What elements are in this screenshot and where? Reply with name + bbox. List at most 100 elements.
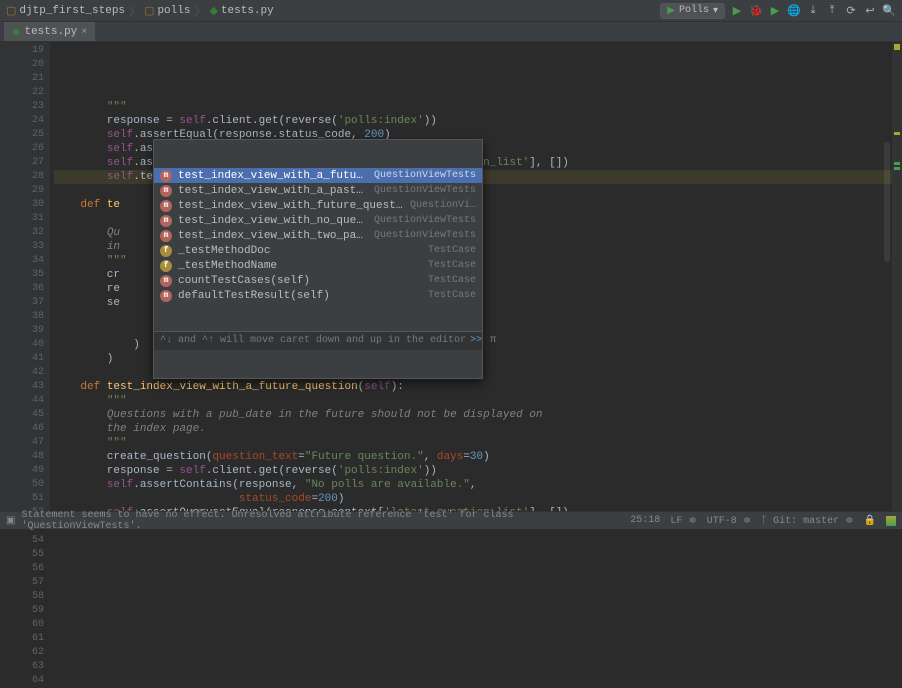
debug-button[interactable]: 🐞	[749, 4, 763, 18]
tab-tests-py[interactable]: ◆ tests.py ×	[4, 22, 95, 41]
line-number[interactable]: 44	[0, 394, 44, 408]
line-number[interactable]: 47	[0, 436, 44, 450]
line-number[interactable]: 20	[0, 58, 44, 72]
line-number[interactable]: 27	[0, 156, 44, 170]
line-number[interactable]: 25	[0, 128, 44, 142]
autocomplete-item-label: test_index_view_with_two_past_questions(…	[178, 229, 368, 243]
line-number[interactable]: 58	[0, 590, 44, 604]
line-number[interactable]: 37	[0, 296, 44, 310]
line-number[interactable]: 60	[0, 618, 44, 632]
autocomplete-item[interactable]: mtest_index_view_with_two_past_questions…	[154, 228, 482, 243]
line-number[interactable]: 62	[0, 646, 44, 660]
line-number[interactable]: 31	[0, 212, 44, 226]
code-line[interactable]: """	[54, 100, 892, 114]
change-marker[interactable]	[894, 162, 900, 165]
git-branch[interactable]: ᚴ Git: master ≑	[761, 515, 853, 527]
inspector-icon[interactable]	[886, 516, 896, 526]
change-marker[interactable]	[894, 167, 900, 170]
status-tool-window-icon[interactable]: ▣	[6, 515, 15, 527]
line-number[interactable]: 54	[0, 534, 44, 548]
line-number-gutter[interactable]: 1920212223242526272829303132333435363738…	[0, 42, 50, 511]
autocomplete-item[interactable]: mtest_index_view_with_future_question_an…	[154, 198, 482, 213]
code-line[interactable]: """	[54, 436, 892, 450]
vcs-history-button[interactable]: ⟳	[844, 4, 858, 18]
close-icon[interactable]: ×	[81, 27, 87, 38]
code-line[interactable]: """	[54, 394, 892, 408]
line-number[interactable]: 22	[0, 86, 44, 100]
line-number[interactable]: 30	[0, 198, 44, 212]
line-number[interactable]: 42	[0, 366, 44, 380]
code-line[interactable]: def test_index_view_with_a_future_questi…	[54, 380, 892, 394]
autocomplete-hint-more[interactable]: >>	[470, 334, 482, 348]
autocomplete-item[interactable]: f_testMethodDocTestCase	[154, 243, 482, 258]
search-everywhere-button[interactable]: 🔍	[882, 4, 896, 18]
line-number[interactable]: 61	[0, 632, 44, 646]
autocomplete-popup[interactable]: mtest_index_view_with_a_future_question(…	[153, 139, 483, 379]
line-number[interactable]: 45	[0, 408, 44, 422]
autocomplete-item-origin: TestCase	[428, 244, 476, 258]
line-number[interactable]: 57	[0, 576, 44, 590]
line-number[interactable]: 48	[0, 450, 44, 464]
line-number[interactable]: 38	[0, 310, 44, 324]
line-number[interactable]: 39	[0, 324, 44, 338]
breadcrumb-folder[interactable]: ▢ polls	[144, 4, 190, 18]
code-line[interactable]: response = self.client.get(reverse('poll…	[54, 114, 892, 128]
line-number[interactable]: 64	[0, 674, 44, 688]
inspection-status-icon[interactable]	[894, 44, 900, 50]
line-number[interactable]: 56	[0, 562, 44, 576]
line-separator[interactable]: LF ≑	[670, 515, 696, 527]
line-number[interactable]: 34	[0, 254, 44, 268]
breadcrumb-project[interactable]: ▢ djtp_first_steps	[6, 4, 125, 18]
line-number[interactable]: 59	[0, 604, 44, 618]
line-number[interactable]: 55	[0, 548, 44, 562]
autocomplete-item[interactable]: mtest_index_view_with_a_future_question(…	[154, 168, 482, 183]
error-stripe[interactable]	[892, 42, 902, 511]
method-icon: m	[160, 290, 172, 302]
vcs-update-button[interactable]: ⤓	[806, 4, 820, 18]
vertical-scrollbar[interactable]	[884, 87, 890, 527]
warning-marker[interactable]	[894, 132, 900, 135]
line-number[interactable]: 46	[0, 422, 44, 436]
line-number[interactable]: 21	[0, 72, 44, 86]
line-number[interactable]: 26	[0, 142, 44, 156]
revert-button[interactable]: ↩	[863, 4, 877, 18]
line-number[interactable]: 28	[0, 170, 44, 184]
line-number[interactable]: 23	[0, 100, 44, 114]
autocomplete-item[interactable]: mcountTestCases(self)TestCase	[154, 273, 482, 288]
breadcrumb-file[interactable]: ◆ tests.py	[209, 4, 273, 18]
line-number[interactable]: 40	[0, 338, 44, 352]
line-number[interactable]: 35	[0, 268, 44, 282]
line-number[interactable]: 50	[0, 478, 44, 492]
line-number[interactable]: 24	[0, 114, 44, 128]
line-number[interactable]: 32	[0, 226, 44, 240]
remote-button[interactable]: 🌐	[787, 4, 801, 18]
line-number[interactable]: 63	[0, 660, 44, 674]
scroll-thumb[interactable]	[884, 142, 890, 262]
line-number[interactable]: 49	[0, 464, 44, 478]
autocomplete-item[interactable]: f_testMethodNameTestCase	[154, 258, 482, 273]
file-encoding[interactable]: UTF-8 ≑	[707, 515, 751, 527]
line-number[interactable]: 29	[0, 184, 44, 198]
code-line[interactable]: Questions with a pub_date in the future …	[54, 408, 892, 422]
line-number[interactable]: 43	[0, 380, 44, 394]
line-number[interactable]: 51	[0, 492, 44, 506]
lock-icon[interactable]: 🔒	[864, 515, 876, 527]
run-config-selector[interactable]: ▶ Polls ▾	[660, 3, 725, 19]
code-line[interactable]: response = self.client.get(reverse('poll…	[54, 464, 892, 478]
autocomplete-item[interactable]: mdefaultTestResult(self)TestCase	[154, 288, 482, 303]
code-line[interactable]: status_code=200)	[54, 492, 892, 506]
caret-position[interactable]: 25:18	[630, 515, 660, 526]
autocomplete-item[interactable]: mtest_index_view_with_no_questions(self)…	[154, 213, 482, 228]
line-number[interactable]: 33	[0, 240, 44, 254]
coverage-button[interactable]: ▶	[768, 4, 782, 18]
line-number[interactable]: 36	[0, 282, 44, 296]
autocomplete-item[interactable]: mtest_index_view_with_a_past_question(se…	[154, 183, 482, 198]
code-editor[interactable]: """ response = self.client.get(reverse('…	[50, 42, 892, 511]
code-line[interactable]: self.assertContains(response, "No polls …	[54, 478, 892, 492]
vcs-commit-button[interactable]: ⤒	[825, 4, 839, 18]
line-number[interactable]: 19	[0, 44, 44, 58]
line-number[interactable]: 41	[0, 352, 44, 366]
run-button[interactable]: ▶	[730, 4, 744, 18]
code-line[interactable]: create_question(question_text="Future qu…	[54, 450, 892, 464]
code-line[interactable]: the index page.	[54, 422, 892, 436]
